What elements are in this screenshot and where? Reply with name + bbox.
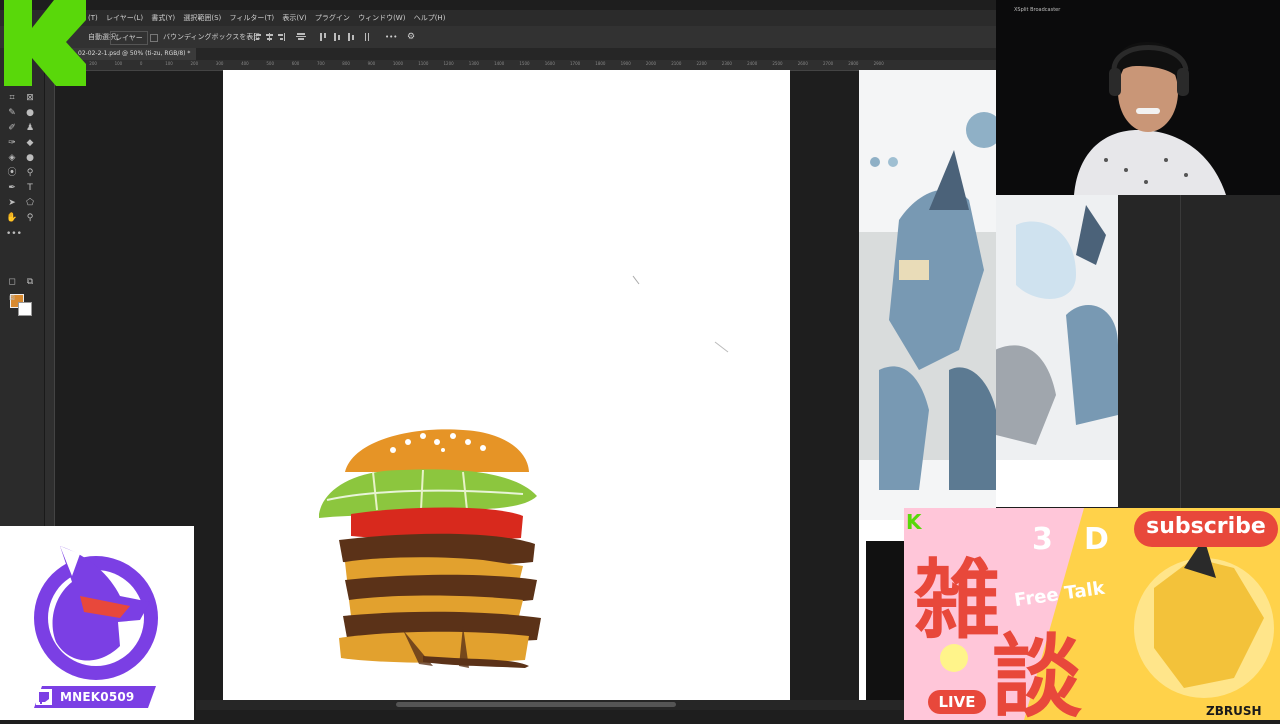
horizontal-scrollbar[interactable]: [196, 700, 996, 710]
ruler-tick-label: 1800: [595, 61, 606, 66]
layer-dropdown[interactable]: レイヤー: [110, 31, 148, 45]
sponge-tool-icon[interactable]: ⚲: [24, 167, 36, 179]
live-label: LIVE: [938, 693, 976, 711]
shape-tool-icon[interactable]: ⬠: [24, 197, 36, 209]
twitch-handle: MNEK0509: [60, 690, 135, 704]
align-buttons-group[interactable]: [252, 32, 372, 42]
ruler-tick-label: 900: [367, 61, 376, 66]
banner-kanji-1: 雑: [914, 551, 1000, 651]
path-select-tool-icon[interactable]: ➤: [6, 197, 18, 209]
ruler-tick-label: 600: [291, 61, 300, 66]
streamer-card: MNEK0509: [0, 526, 194, 720]
patch-tool-icon[interactable]: ●: [24, 107, 36, 119]
ruler-tick-label: 1600: [544, 61, 555, 66]
reference-image-panel-2: [996, 195, 1118, 507]
stamp-tool-icon[interactable]: ♟: [24, 122, 36, 134]
menu-item-select[interactable]: 選択範囲(S): [183, 10, 221, 26]
eyedropper-tool-icon[interactable]: ✎: [6, 107, 18, 119]
empty-panel-area: [1118, 195, 1280, 515]
stream-thumbnail-banner: subscribe K 3 D 雑 談 Free Talk LIVE ZBRUS…: [904, 508, 1280, 720]
more-options-button[interactable]: •••: [385, 26, 397, 48]
scrollbar-thumb[interactable]: [396, 702, 676, 707]
screen-mode-icon[interactable]: ⧉: [24, 276, 36, 288]
ruler-tick-label: 1300: [468, 61, 479, 66]
frame-tool-icon[interactable]: ⊠: [24, 92, 36, 104]
ruler-tick-label: 800: [342, 61, 350, 66]
gear-icon[interactable]: ⚙: [407, 26, 415, 48]
ruler-tick-label: 2200: [696, 61, 707, 66]
streamer-video: [1074, 42, 1226, 195]
menu-bar: (T) レイヤー(L) 書式(Y) 選択範囲(S) フィルター(T) 表示(V)…: [0, 10, 996, 26]
ruler-tick-label: 1900: [620, 61, 631, 66]
ruler-tick-label: 100: [165, 61, 173, 66]
document-canvas[interactable]: [223, 70, 790, 700]
zoom-tool-icon[interactable]: ⚲: [24, 212, 36, 224]
blur-tool-icon[interactable]: ●: [24, 152, 36, 164]
ruler-tick-label: 1100: [418, 61, 429, 66]
ruler-tick-label: 100: [114, 61, 123, 66]
subscribe-label: subscribe: [1146, 514, 1266, 539]
broadcaster-watermark: XSplit Broadcaster: [1014, 7, 1061, 13]
ruler-tick-label: 200: [89, 61, 97, 66]
menu-item-text[interactable]: (T): [88, 10, 98, 26]
webcam-feed: XSplit Broadcaster: [996, 0, 1280, 195]
banner-3-badge: 3: [1032, 522, 1053, 557]
ruler-tick-label: 200: [190, 61, 199, 66]
ruler-tick-label: 2300: [721, 61, 732, 66]
menu-item-help[interactable]: ヘルプ(H): [414, 10, 446, 26]
menu-item-filter[interactable]: フィルター(T): [230, 10, 275, 26]
more-tools-icon[interactable]: •••: [6, 228, 22, 240]
ruler-tick-label: 2400: [747, 61, 758, 66]
burger-painting: [319, 275, 729, 668]
tool-panel: ⌗ ⊠ ✎ ● ✐ ♟ ✑ ◆ ◈ ● ⦿ ⚲ ✒ T ➤ ⬠ ✋ ⚲ ••• …: [0, 48, 45, 528]
quick-mask-icon[interactable]: ◻: [6, 276, 18, 288]
hand-tool-icon[interactable]: ✋: [6, 212, 18, 224]
ruler-tick-label: 2700: [823, 61, 834, 66]
ruler-tick-label: 400: [241, 61, 249, 66]
crop-tool-icon[interactable]: ⌗: [6, 92, 18, 104]
ruler-tick-label: 0: [139, 61, 143, 66]
brush-tool-icon[interactable]: ✐: [6, 122, 18, 134]
reference-illustration-2: [996, 205, 1118, 507]
ruler-tick-label: 700: [317, 61, 325, 66]
menu-item-plugins[interactable]: プラグイン: [315, 10, 350, 26]
ruler-tick-label: 500: [266, 61, 275, 66]
ruler-tick-label: 2900: [873, 61, 884, 66]
menu-item-window[interactable]: ウィンドウ(W): [358, 10, 405, 26]
document-tabs: 02-02-2-1.psd @ 50% (ti-zu, RGB/8) *: [60, 48, 996, 60]
document-tab[interactable]: 02-02-2-1.psd @ 50% (ti-zu, RGB/8) *: [72, 48, 197, 60]
options-bar: 自動選択： レイヤー バウンディングボックスを表示 ••• ⚙: [0, 26, 996, 49]
ruler-tick-label: 2000: [645, 61, 657, 66]
ruler-tick-label: 1000: [392, 61, 404, 66]
bounding-box-label: バウンディングボックスを表示: [163, 33, 261, 41]
fill-tool-icon[interactable]: ◈: [6, 152, 18, 164]
dodge-tool-icon[interactable]: ⦿: [6, 167, 18, 179]
history-brush-icon[interactable]: ✑: [6, 137, 18, 149]
banner-kanji-2: 談: [992, 625, 1082, 720]
zbrush-label: ZBRUSH: [1206, 704, 1262, 718]
menu-item-type[interactable]: 書式(Y): [151, 10, 175, 26]
ruler-tick-label: 2600: [797, 61, 808, 66]
ruler-tick-label: 2500: [772, 61, 783, 66]
reference-thumbnail: [866, 541, 906, 700]
ruler-tick-label: 300: [215, 61, 224, 66]
type-tool-icon[interactable]: T: [24, 182, 36, 194]
ruler-tick-label: 1400: [494, 61, 505, 66]
bounding-box-checkbox[interactable]: [150, 34, 158, 42]
k-logo-icon: [4, 0, 86, 86]
ruler-tick-label: 1200: [443, 61, 454, 66]
eraser-tool-icon[interactable]: ◆: [24, 137, 36, 149]
background-color-swatch[interactable]: [18, 302, 32, 316]
pen-tool-icon[interactable]: ✒: [6, 182, 18, 194]
ruler-tick-label: 1700: [570, 61, 581, 66]
ruler-tick-label: 1500: [519, 61, 530, 66]
menu-item-view[interactable]: 表示(V): [282, 10, 306, 26]
extra-tool-icon[interactable]: ⧈: [6, 292, 18, 304]
menu-item-layer[interactable]: レイヤー(L): [106, 10, 143, 26]
ruler-tick-label: 2800: [848, 61, 859, 66]
ruler-tick-label: 2100: [671, 61, 682, 66]
banner-d-badge: D: [1084, 522, 1109, 557]
